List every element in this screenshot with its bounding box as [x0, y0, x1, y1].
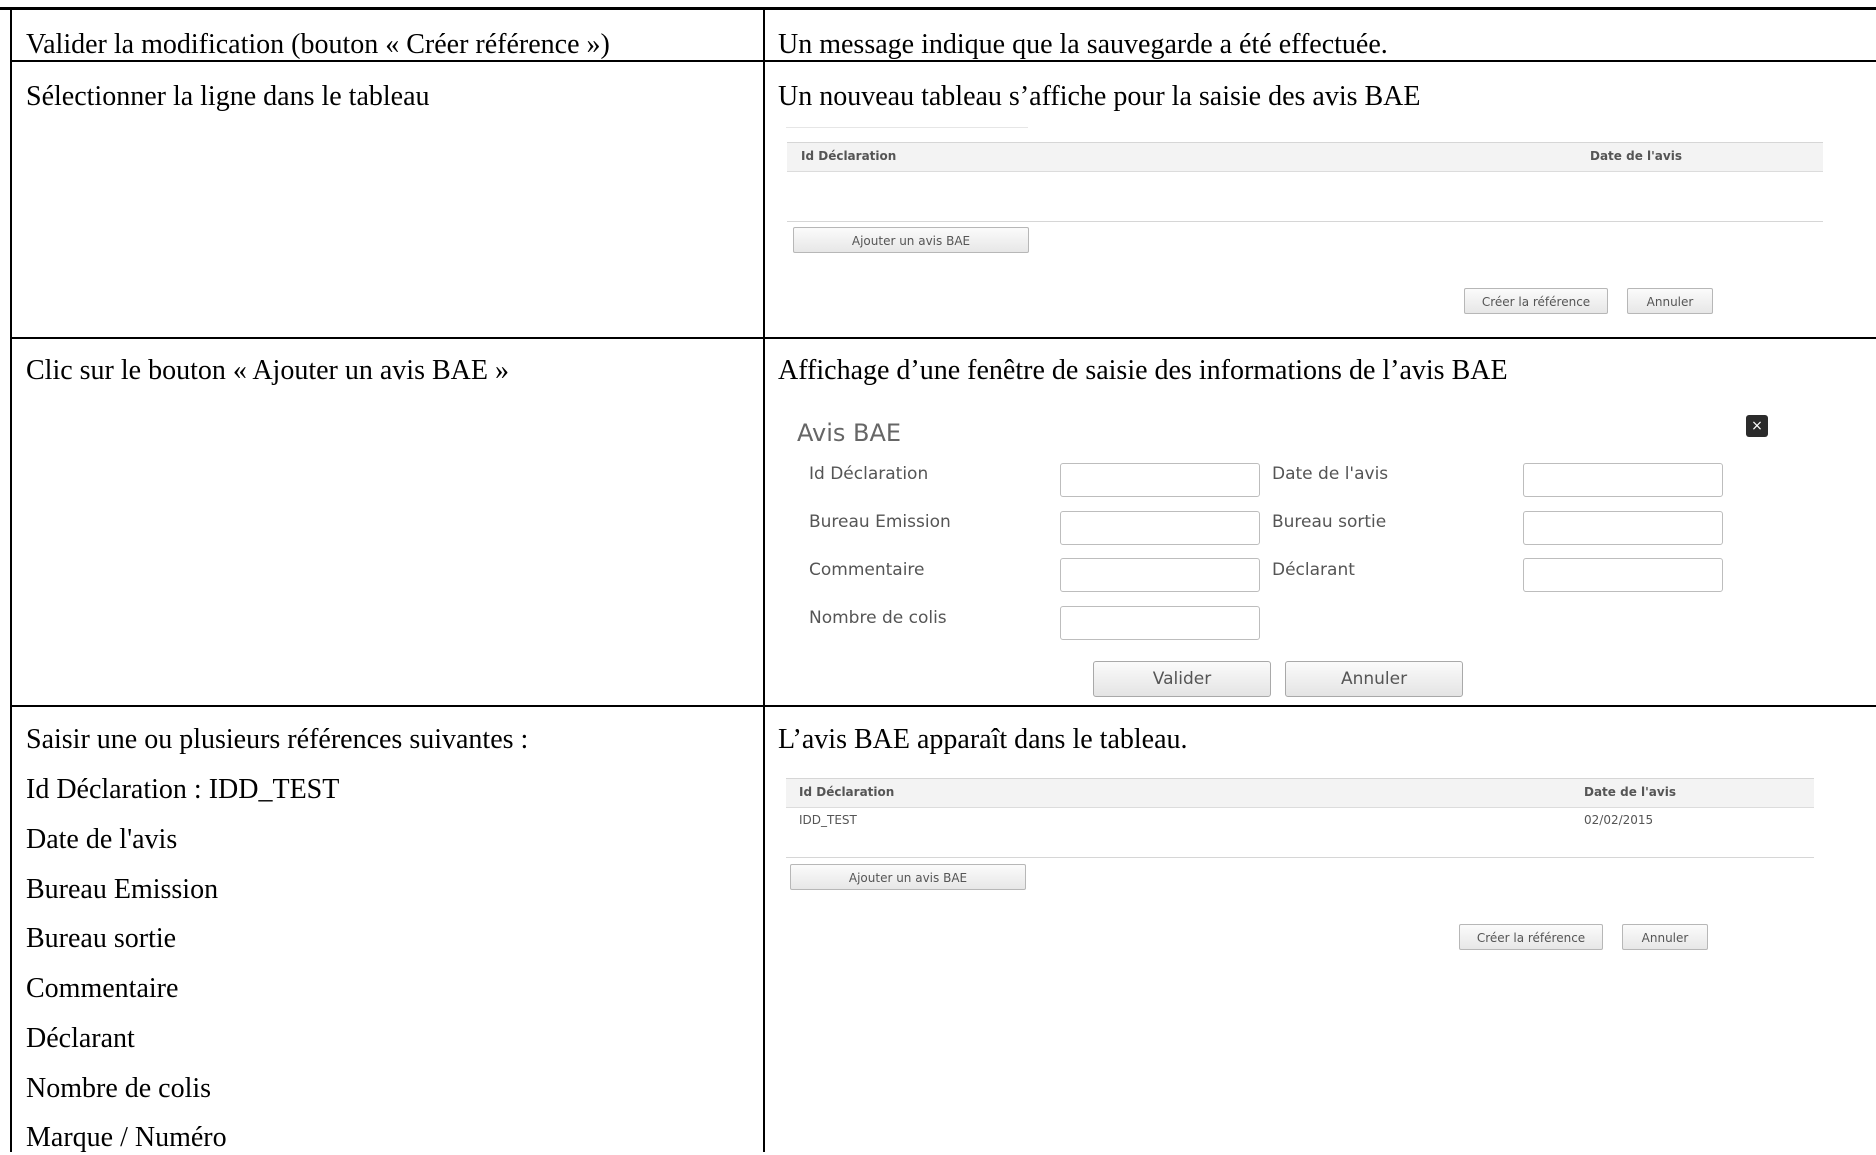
- declarant-input[interactable]: [1523, 558, 1723, 592]
- modal-title: Avis BAE: [797, 419, 902, 447]
- close-icon[interactable]: ×: [1746, 415, 1768, 437]
- table-left-border: [10, 8, 12, 1152]
- table-top-border: [0, 7, 1876, 10]
- create-reference-button[interactable]: Créer la référence: [1459, 924, 1603, 950]
- label-date-avis: Date de l'avis: [1272, 464, 1389, 484]
- cancel-button[interactable]: Annuler: [1622, 924, 1708, 950]
- step-result: Un message indique que la sauvegarde a é…: [778, 29, 1388, 60]
- label-nombre-colis: Nombre de colis: [809, 608, 947, 628]
- cell-id: IDD_TEST: [799, 813, 857, 827]
- cancel-button[interactable]: Annuler: [1627, 288, 1713, 314]
- commentaire-input[interactable]: [1060, 558, 1260, 592]
- test-steps-table: Valider la modification (bouton « Créer …: [0, 0, 1876, 1153]
- add-avis-button[interactable]: Ajouter un avis BAE: [793, 227, 1029, 253]
- step-action-item: Id Déclaration : IDD_TEST: [26, 774, 340, 805]
- step-result: Affichage d’une fenêtre de saisie des in…: [778, 355, 1508, 386]
- divider: [786, 127, 1028, 128]
- step-action-item: Commentaire: [26, 973, 179, 1004]
- step-action: Saisir une ou plusieurs références suiva…: [26, 724, 529, 755]
- column-header-date: Date de l'avis: [1584, 785, 1676, 799]
- row-divider: [10, 705, 1876, 707]
- bureau-sortie-input[interactable]: [1523, 511, 1723, 545]
- table-header: Id Déclaration Date de l'avis: [786, 779, 1814, 808]
- bureau-emission-input[interactable]: [1060, 511, 1260, 545]
- column-divider: [763, 8, 765, 1152]
- modal-cancel-button[interactable]: Annuler: [1285, 661, 1463, 697]
- step-action: Sélectionner la ligne dans le tableau: [26, 81, 430, 112]
- row-divider: [10, 337, 1876, 339]
- step-result: Un nouveau tableau s’affiche pour la sai…: [778, 81, 1421, 112]
- step-action-item: Nombre de colis: [26, 1073, 212, 1104]
- label-bureau-emission: Bureau Emission: [809, 512, 951, 532]
- label-commentaire: Commentaire: [809, 560, 925, 580]
- step-action-item: Bureau Emission: [26, 874, 219, 905]
- id-declaration-input[interactable]: [1060, 463, 1260, 497]
- cell-date: 02/02/2015: [1584, 813, 1654, 827]
- add-avis-button[interactable]: Ajouter un avis BAE: [790, 864, 1026, 890]
- step-action-item: Marque / Numéro: [26, 1122, 227, 1153]
- avis-table: Id Déclaration Date de l'avis: [787, 142, 1823, 222]
- step-action-item: Date de l'avis: [26, 824, 178, 855]
- column-header-date: Date de l'avis: [1590, 149, 1682, 163]
- step-action-item: Bureau sortie: [26, 923, 177, 954]
- step-action: Valider la modification (bouton « Créer …: [26, 29, 610, 60]
- create-reference-button[interactable]: Créer la référence: [1464, 288, 1608, 314]
- label-id-declaration: Id Déclaration: [809, 464, 929, 484]
- label-declarant: Déclarant: [1272, 560, 1355, 580]
- table-header: Id Déclaration Date de l'avis: [787, 143, 1823, 172]
- column-header-id: Id Déclaration: [801, 149, 897, 163]
- avis-table: Id Déclaration Date de l'avis IDD_TEST 0…: [786, 778, 1814, 858]
- column-header-id: Id Déclaration: [799, 785, 895, 799]
- step-result: L’avis BAE apparaît dans le tableau.: [778, 724, 1188, 755]
- date-avis-input[interactable]: [1523, 463, 1723, 497]
- validate-button[interactable]: Valider: [1093, 661, 1271, 697]
- nombre-colis-input[interactable]: [1060, 606, 1260, 640]
- step-action: Clic sur le bouton « Ajouter un avis BAE…: [26, 355, 509, 386]
- label-bureau-sortie: Bureau sortie: [1272, 512, 1387, 532]
- step-action-item: Déclarant: [26, 1023, 135, 1054]
